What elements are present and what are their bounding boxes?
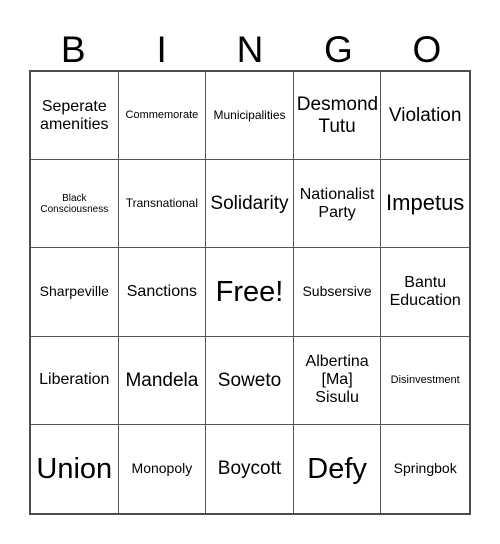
bingo-cell-label: Albertina [Ma] Sisulu [305,353,369,407]
bingo-cell-label: Free! [215,275,284,308]
bingo-header-letter-i: I [156,29,167,70]
bingo-cell-label: Impetus [386,190,465,216]
bingo-header-letter-o: O [412,29,442,70]
bingo-cell[interactable]: Black Consciousness [31,160,119,249]
bingo-cell[interactable]: Mandela [118,336,207,425]
bingo-cell[interactable]: Defy [293,424,382,513]
bingo-cell[interactable]: Municipalities [206,72,294,161]
bingo-cell-label: Bantu Education [389,274,461,309]
bingo-header-letter-b: B [60,29,86,70]
bingo-grid: Seperate amenities Commemorate Municipal… [29,70,471,515]
bingo-cell[interactable]: Bantu Education [381,248,469,337]
bingo-cell[interactable]: Liberation [31,336,119,425]
bingo-cell[interactable]: Union [31,424,119,513]
bingo-cell-label: Soweto [217,369,282,391]
bingo-cell-label: Liberation [39,371,110,389]
bingo-cell-label: Boycott [217,458,282,480]
bingo-cell[interactable]: Subsersive [293,248,382,337]
bingo-cell-label: Union [36,452,113,485]
bingo-cell-label: Sharpeville [39,283,109,300]
bingo-cell[interactable]: Nationalist Party [293,160,382,249]
bingo-cell-label: Subsersive [302,283,372,300]
bingo-cell[interactable]: Sharpeville [31,248,119,337]
bingo-cell-label: Springbok [393,460,457,477]
bingo-cell-label: Black Consciousness [40,192,109,215]
bingo-header-letter-g: G [324,29,353,70]
bingo-cell[interactable]: Impetus [381,160,469,249]
bingo-cell-label: Violation [388,104,462,126]
bingo-cell[interactable]: Commemorate [118,72,207,161]
bingo-cell[interactable]: Violation [381,72,469,161]
bingo-cell-label: Commemorate [125,109,199,122]
bingo-cell-label: Seperate amenities [40,97,109,133]
bingo-cell[interactable]: Disinvestment [381,336,469,425]
bingo-cell[interactable]: Sanctions [118,248,207,337]
bingo-cell[interactable]: Transnational [118,160,207,249]
bingo-header-letter-n: N [236,29,264,70]
bingo-header: B I N G O [29,22,471,70]
bingo-card: B I N G O Seperate amenities Commemorate… [0,0,500,544]
bingo-cell-label: Nationalist Party [299,185,375,221]
bingo-cell-label: Sanctions [126,283,198,301]
bingo-cell-label: Disinvestment [390,374,460,387]
bingo-cell-label: Municipalities [213,107,286,122]
bingo-cell-label: Desmond Tutu [296,94,379,137]
bingo-cell[interactable]: Monopoly [118,424,207,513]
bingo-cell[interactable]: Desmond Tutu [293,72,382,161]
bingo-cell-label: Solidarity [210,193,289,215]
bingo-cell-label: Mandela [125,369,199,391]
bingo-cell[interactable]: Springbok [381,424,469,513]
bingo-cell[interactable]: Soweto [206,336,294,425]
bingo-cell-label: Monopoly [131,460,193,477]
bingo-cell[interactable]: Albertina [Ma] Sisulu [293,336,382,425]
bingo-cell[interactable]: Seperate amenities [31,72,119,161]
bingo-cell-free[interactable]: Free! [206,248,294,337]
bingo-cell[interactable]: Boycott [206,424,294,513]
bingo-cell[interactable]: Solidarity [206,160,294,249]
bingo-cell-label: Defy [307,452,367,485]
bingo-cell-label: Transnational [125,196,199,211]
